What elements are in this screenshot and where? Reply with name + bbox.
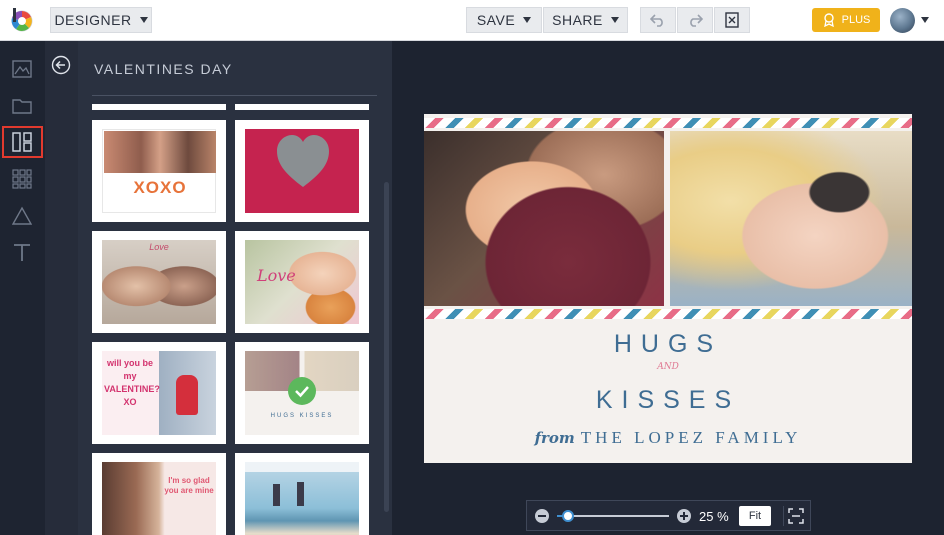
- zoom-controls: 25 % Fit: [526, 500, 811, 531]
- award-icon: [823, 13, 834, 27]
- undo-icon: [650, 14, 663, 27]
- template-thumb-girl-kitten[interactable]: Love: [235, 231, 369, 333]
- rail-shapes-button[interactable]: [11, 205, 33, 227]
- share-label: SHARE: [552, 12, 603, 28]
- template-thumb-beach[interactable]: [235, 453, 369, 535]
- template-thumb-hugs-kisses-selected[interactable]: HUGS KISSES: [235, 342, 369, 444]
- photo-father-child[interactable]: [424, 131, 664, 306]
- template-thumb-partial[interactable]: [92, 104, 226, 110]
- card-heading-hugs[interactable]: HUGS: [424, 330, 912, 359]
- image-icon: [12, 60, 32, 78]
- airmail-stripe-bottom: [424, 309, 912, 319]
- mode-dropdown[interactable]: DESIGNER: [50, 7, 152, 33]
- clear-canvas-button[interactable]: [714, 7, 750, 33]
- card-family-name: THE LOPEZ FAMILY: [580, 428, 802, 447]
- template-text: XOXO: [133, 178, 187, 197]
- rail-text-button[interactable]: [11, 241, 33, 263]
- card-family-line[interactable]: from THE LOPEZ FAMILY: [424, 428, 912, 448]
- template-thumb-couple[interactable]: Love: [92, 231, 226, 333]
- card-and-label[interactable]: AND: [424, 362, 912, 372]
- app-logo-icon[interactable]: [10, 8, 34, 32]
- panel-scrollbar[interactable]: [384, 182, 389, 512]
- save-label: SAVE: [476, 12, 516, 28]
- divider: [92, 95, 377, 96]
- fit-button[interactable]: Fit: [739, 506, 771, 526]
- child-figure: [176, 375, 198, 415]
- redo-button[interactable]: [677, 7, 713, 33]
- template-text: Love: [149, 242, 169, 252]
- photo-woman-glasses[interactable]: [670, 131, 912, 306]
- card-heading-kisses[interactable]: KISSES: [424, 386, 912, 415]
- chevron-down-icon: [139, 17, 148, 23]
- card-from-label: from: [534, 429, 575, 447]
- save-button[interactable]: SAVE: [466, 7, 542, 33]
- rail-templates-button[interactable]: [11, 131, 33, 153]
- mode-label: DESIGNER: [54, 12, 132, 28]
- rail-uploads-button[interactable]: [11, 94, 33, 116]
- avatar[interactable]: [890, 8, 915, 33]
- person-figure: [273, 484, 280, 506]
- top-toolbar: DESIGNER SAVE SHARE PLUS: [0, 0, 944, 41]
- template-text: I'm so glad you are mine: [164, 476, 214, 495]
- chevron-down-icon: [610, 17, 619, 23]
- share-button[interactable]: SHARE: [543, 7, 628, 33]
- airmail-stripe-top: [424, 118, 912, 128]
- template-thumb-heart[interactable]: [235, 120, 369, 222]
- rail-background-button[interactable]: [11, 58, 33, 80]
- tool-rail: [0, 41, 45, 535]
- template-thumb-xoxo[interactable]: XOXO: [92, 120, 226, 222]
- photo-strip: [104, 131, 216, 173]
- panel-title: VALENTINES DAY: [94, 61, 233, 77]
- design-card[interactable]: HUGS AND KISSES from THE LOPEZ FAMILY: [424, 114, 912, 463]
- panel-gutter: [45, 41, 78, 535]
- text-icon: [14, 244, 30, 261]
- plus-label: PLUS: [841, 14, 871, 26]
- zoom-out-icon[interactable]: [535, 509, 549, 523]
- triangle-icon: [12, 206, 32, 225]
- layout-icon: [12, 132, 32, 152]
- folder-icon: [12, 98, 32, 114]
- chevron-down-icon[interactable]: [921, 17, 929, 23]
- chevron-down-icon: [523, 17, 532, 23]
- zoom-in-icon[interactable]: [677, 509, 691, 523]
- rail-grids-button[interactable]: [11, 168, 33, 190]
- zoom-value: 25 %: [699, 509, 729, 524]
- template-text: Love: [257, 266, 296, 285]
- template-thumb-glad-mine[interactable]: I'm so glad you are mine: [92, 453, 226, 535]
- back-arrow-icon[interactable]: [51, 55, 71, 75]
- zoom-slider-handle[interactable]: [562, 510, 575, 522]
- clear-icon: [725, 12, 739, 28]
- template-thumb-partial[interactable]: [235, 104, 369, 110]
- template-text: will you be my VALENTINE? XO: [104, 358, 160, 407]
- fullscreen-button[interactable]: [783, 506, 805, 526]
- person-figure: [297, 482, 304, 506]
- plus-upgrade-button[interactable]: PLUS: [812, 8, 880, 32]
- fullscreen-icon: [788, 508, 804, 524]
- selected-check-icon: [288, 377, 316, 405]
- redo-icon: [690, 14, 703, 27]
- template-thumb-valentine-xo[interactable]: will you be my VALENTINE? XO: [92, 342, 226, 444]
- undo-button[interactable]: [640, 7, 676, 33]
- heart-icon: [277, 135, 329, 187]
- grid-icon: [12, 169, 32, 189]
- template-text: HUGS KISSES: [270, 413, 334, 419]
